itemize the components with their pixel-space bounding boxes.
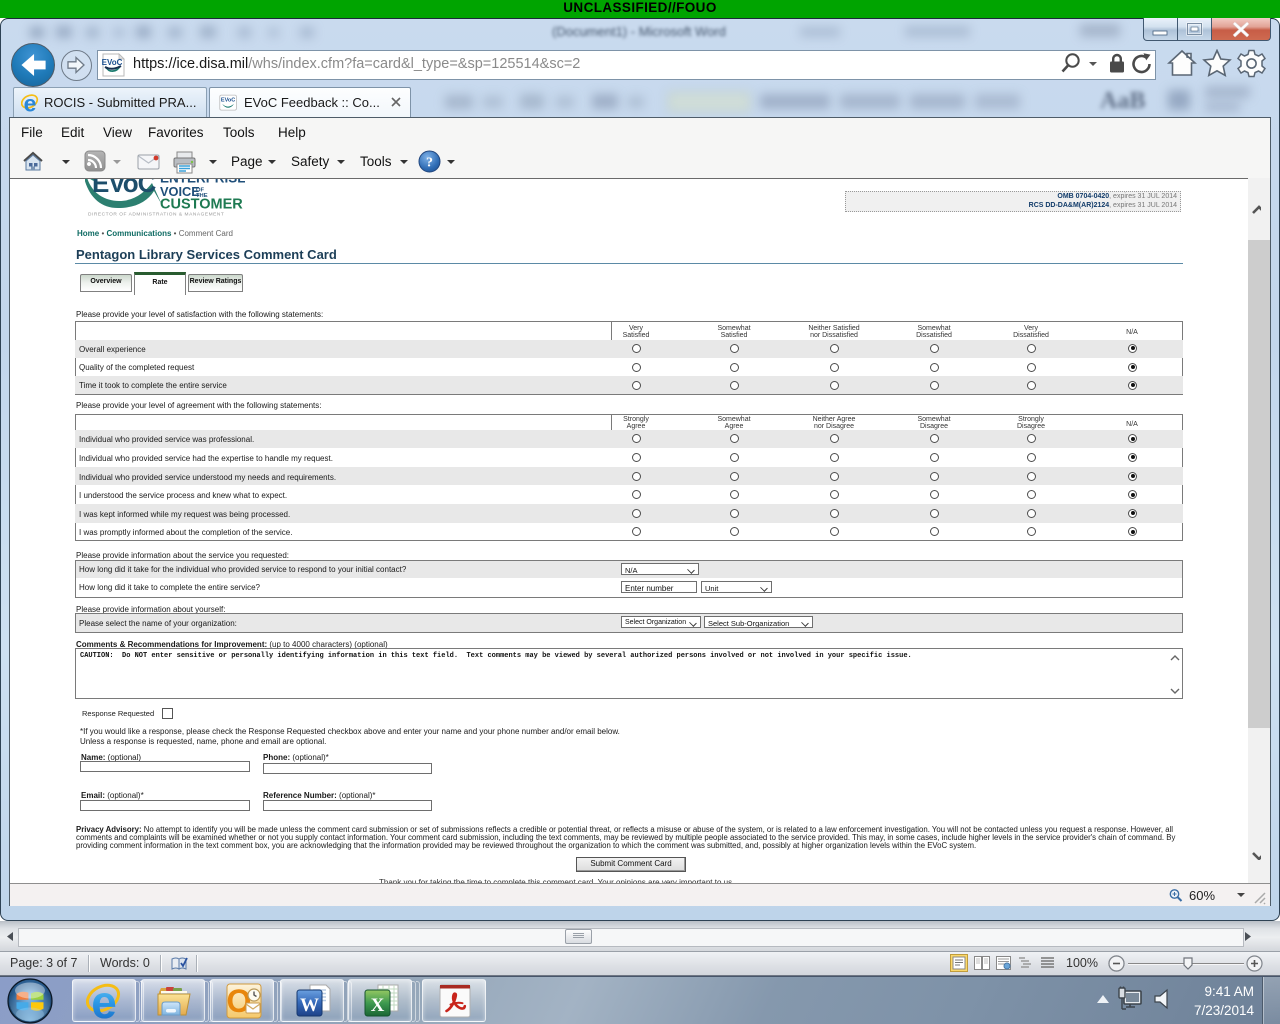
svg-text:EVoC: EVoC — [221, 97, 235, 103]
svg-text:O: O — [227, 983, 252, 1019]
svg-text:DIRECTOR OF ADMINISTRATION & M: DIRECTOR OF ADMINISTRATION & MANAGEMENT — [88, 212, 224, 218]
svg-text:?: ? — [426, 156, 433, 171]
svg-text:X: X — [371, 995, 385, 1016]
svg-text:e: e — [24, 94, 37, 112]
svg-text:W: W — [300, 995, 319, 1016]
svg-text:EVoC: EVoC — [92, 178, 157, 198]
svg-text:e: e — [91, 983, 117, 1019]
svg-text:EVoC: EVoC — [102, 58, 123, 67]
svg-text:CUSTOMER: CUSTOMER — [160, 197, 243, 213]
